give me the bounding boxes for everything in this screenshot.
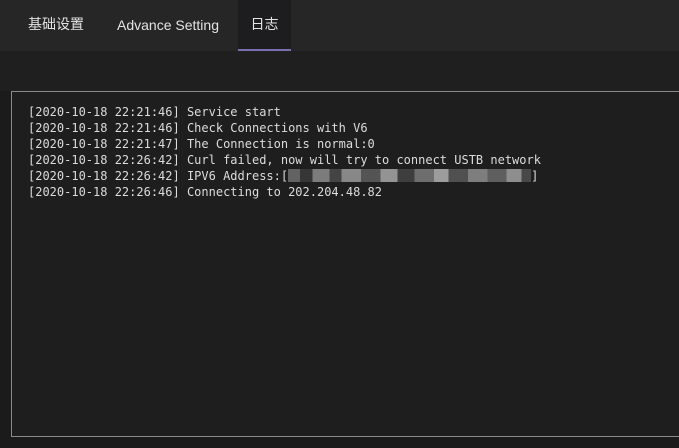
log-line: [2020-10-18 22:26:42] Curl failed, now w… bbox=[28, 153, 541, 167]
redacted-address bbox=[288, 169, 532, 182]
toolbar-area bbox=[0, 51, 679, 91]
log-line: [2020-10-18 22:21:46] Check Connections … bbox=[28, 121, 368, 135]
log-line: [2020-10-18 22:21:46] Service start bbox=[28, 105, 281, 119]
log-line: [2020-10-18 22:26:46] Connecting to 202.… bbox=[28, 185, 383, 199]
tab-advance-setting[interactable]: Advance Setting bbox=[104, 0, 232, 51]
log-line-ipv6: [2020-10-18 22:26:42] IPV6 Address:[] bbox=[28, 168, 679, 184]
tab-basic-settings[interactable]: 基础设置 bbox=[16, 0, 96, 51]
log-line-ipv6-suffix: ] bbox=[531, 169, 539, 183]
log-line-ipv6-prefix: [2020-10-18 22:26:42] IPV6 Address:[ bbox=[28, 169, 289, 183]
tab-log[interactable]: 日志 bbox=[238, 0, 291, 51]
log-output-panel[interactable]: [2020-10-18 22:21:46] Service start [202… bbox=[11, 91, 679, 437]
tab-bar: 基础设置 Advance Setting 日志 bbox=[0, 0, 679, 51]
log-line: [2020-10-18 22:21:47] The Connection is … bbox=[28, 137, 375, 151]
